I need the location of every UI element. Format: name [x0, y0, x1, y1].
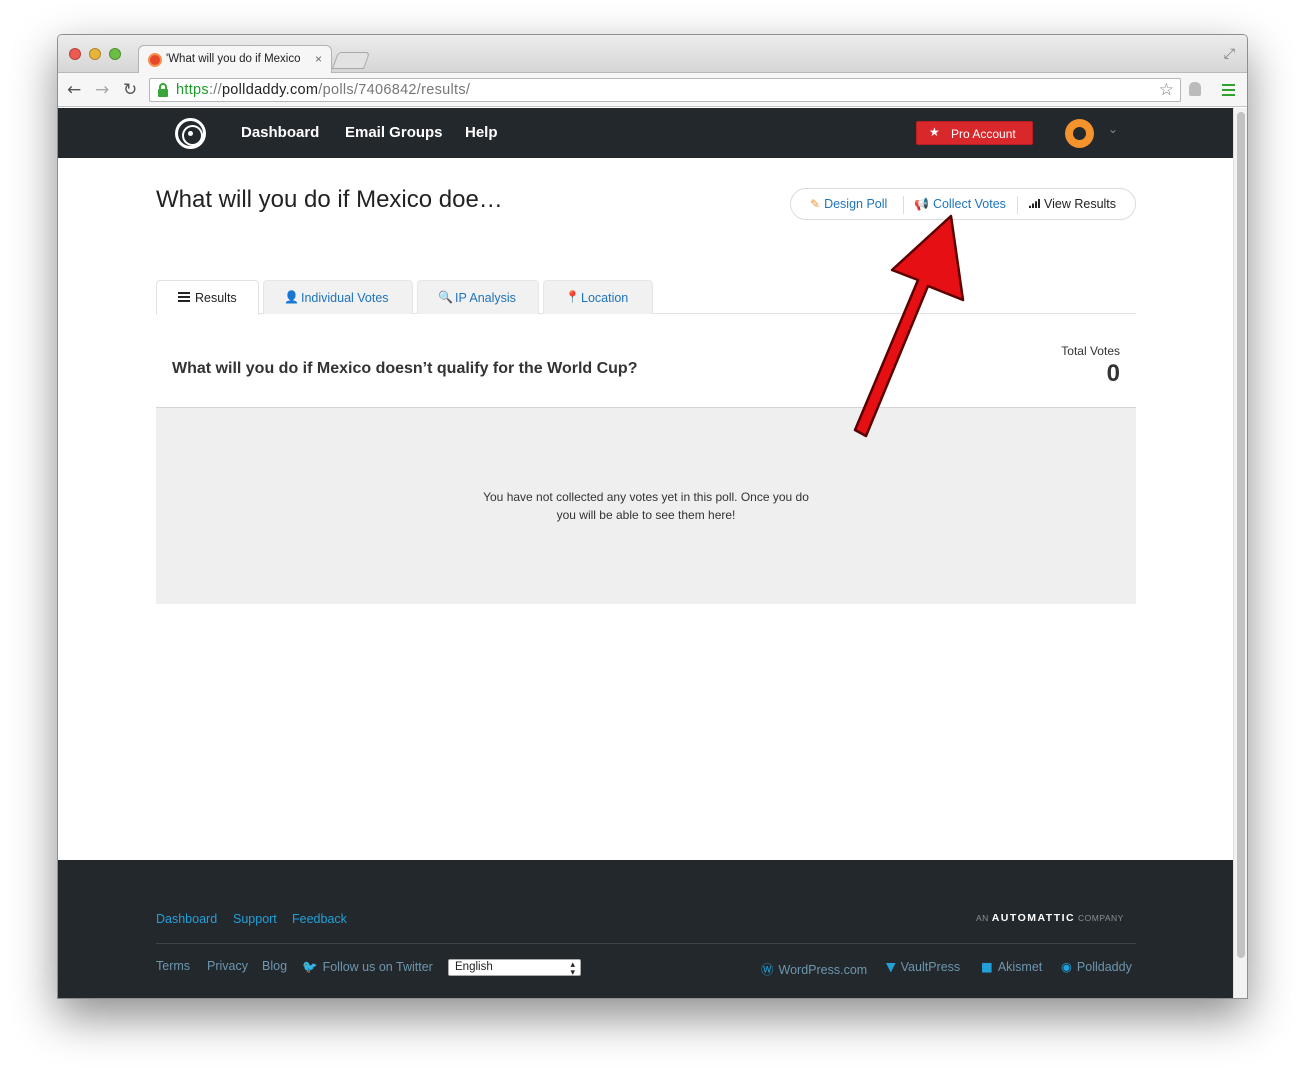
vaultpress-label: VaultPress	[900, 960, 961, 974]
empty-results-panel: You have not collected any votes yet in …	[156, 408, 1136, 604]
footer-link-twitter[interactable]: 🐦 Follow us on Twitter	[302, 959, 433, 975]
language-select[interactable]: English ▴ ▾	[448, 959, 581, 977]
tab-individual-votes-label: Individual Votes	[301, 291, 389, 305]
footer-link-feedback[interactable]: Feedback	[292, 912, 347, 926]
poll-action-bar: ✎ Design Poll 📢 Collect Votes View Results	[790, 188, 1136, 220]
pro-account-button[interactable]: ★ Pro Account	[916, 121, 1033, 145]
wordpress-label: WordPress.com	[778, 963, 868, 977]
browser-tab-title: 'What will you do if Mexico	[166, 53, 301, 65]
nav-help[interactable]: Help	[465, 124, 498, 141]
bar-chart-icon	[1029, 199, 1040, 208]
footer-link-vaultpress[interactable]: ▼ VaultPress	[886, 959, 960, 974]
select-arrows-icon: ▴ ▾	[570, 959, 575, 977]
megaphone-icon: 📢	[914, 197, 929, 211]
footer-link-blog[interactable]: Blog	[262, 959, 287, 973]
polldaddy-label: Polldaddy	[1076, 960, 1132, 974]
total-votes-label: Total Votes	[1061, 344, 1120, 358]
tab-ip-analysis[interactable]: 🔍 IP Analysis	[417, 280, 539, 314]
footer-link-dashboard[interactable]: Dashboard	[156, 912, 217, 926]
reload-icon[interactable]: ↻	[123, 80, 137, 100]
forward-arrow-icon[interactable]: →	[95, 80, 109, 100]
page-viewport: Dashboard Email Groups Help ★ Pro Accoun…	[58, 108, 1234, 998]
footer-divider	[156, 943, 1136, 944]
total-votes-count: 0	[1106, 360, 1120, 387]
site-header: Dashboard Email Groups Help ★ Pro Accoun…	[58, 108, 1234, 158]
tab-results-label: Results	[195, 291, 237, 305]
bookmark-star-icon[interactable]: ☆	[1159, 80, 1174, 100]
map-pin-icon: 📍	[565, 290, 580, 304]
footer-link-support[interactable]: Support	[233, 912, 277, 926]
secure-lock-icon	[158, 83, 168, 97]
tab-close-icon[interactable]: ×	[315, 52, 322, 66]
view-results-button[interactable]: View Results	[1029, 197, 1116, 211]
scrollbar-thumb[interactable]	[1237, 112, 1245, 958]
window-minimize-button[interactable]	[89, 48, 101, 60]
search-icon: 🔍	[438, 290, 453, 304]
pro-account-label: Pro Account	[951, 127, 1016, 141]
new-tab-button[interactable]	[331, 52, 371, 69]
tab-location-label: Location	[581, 291, 629, 305]
window-zoom-button[interactable]	[109, 48, 121, 60]
person-icon: 👤	[284, 290, 299, 304]
user-avatar[interactable]	[1065, 119, 1094, 148]
extension-icon[interactable]	[1189, 82, 1201, 96]
footer-link-wordpress[interactable]: Ⓦ WordPress.com	[761, 959, 867, 978]
tab-location[interactable]: 📍 Location	[543, 280, 653, 314]
collect-votes-label: Collect Votes	[932, 197, 1006, 211]
window-close-button[interactable]	[69, 48, 81, 60]
address-url: https://polldaddy.com/polls/7406842/resu…	[176, 82, 471, 98]
results-tabs: Results 👤 Individual Votes 🔍 IP Analysis…	[156, 280, 1136, 315]
nav-dashboard[interactable]: Dashboard	[241, 124, 319, 141]
vaultpress-shield-icon: ▼	[886, 959, 896, 974]
polldaddy-icon: ◉	[1061, 959, 1072, 974]
page-title: What will you do if Mexico doe…	[156, 186, 503, 213]
pencil-icon: ✎	[810, 197, 821, 211]
account-menu-chevron-icon[interactable]: ⌄	[1108, 122, 1118, 136]
browser-titlebar: 'What will you do if Mexico × ⤢	[58, 35, 1247, 73]
screenshot-stage: 'What will you do if Mexico × ⤢ ← → ↻ ht…	[0, 0, 1305, 1078]
empty-results-message: You have not collected any votes yet in …	[483, 490, 809, 522]
footer-link-akismet[interactable]: ■ Akismet	[981, 959, 1042, 974]
twitter-bird-icon: 🐦	[302, 959, 318, 974]
nav-email-groups[interactable]: Email Groups	[345, 124, 443, 141]
address-bar[interactable]: https://polldaddy.com/polls/7406842/resu…	[149, 78, 1181, 102]
design-poll-label: Design Poll	[824, 197, 888, 211]
browser-tab[interactable]: 'What will you do if Mexico ×	[138, 45, 332, 73]
footer-link-terms[interactable]: Terms	[156, 959, 190, 973]
page-scrollbar[interactable]	[1233, 108, 1247, 998]
site-footer: Dashboard Support Feedback AN AUTOMATTIC…	[58, 860, 1234, 998]
list-icon	[178, 292, 190, 302]
star-icon: ★	[929, 125, 940, 139]
back-arrow-icon[interactable]: ←	[67, 80, 81, 100]
action-divider	[1017, 196, 1018, 214]
akismet-label: Akismet	[997, 960, 1043, 974]
action-divider	[903, 196, 904, 214]
wordpress-icon: Ⓦ	[761, 962, 774, 977]
footer-link-polldaddy[interactable]: ◉ Polldaddy	[1061, 959, 1132, 974]
browser-window: 'What will you do if Mexico × ⤢ ← → ↻ ht…	[57, 34, 1248, 999]
akismet-icon: ■	[981, 959, 993, 974]
tab-ip-analysis-label: IP Analysis	[455, 291, 516, 305]
tab-individual-votes[interactable]: 👤 Individual Votes	[263, 280, 413, 314]
browser-toolbar: ← → ↻ https://polldaddy.com/polls/740684…	[58, 73, 1247, 107]
tab-results[interactable]: Results	[156, 280, 259, 315]
fullscreen-icon[interactable]: ⤢	[1224, 45, 1235, 62]
view-results-label: View Results	[1044, 197, 1117, 211]
browser-menu-icon[interactable]	[1222, 84, 1235, 96]
collect-votes-button[interactable]: 📢 Collect Votes	[914, 197, 1006, 211]
language-select-value: English	[455, 961, 493, 973]
footer-link-privacy[interactable]: Privacy	[207, 959, 248, 973]
twitter-label: Follow us on Twitter	[322, 960, 433, 974]
polldaddy-favicon-icon	[148, 53, 162, 67]
design-poll-button[interactable]: ✎ Design Poll	[810, 197, 887, 211]
automattic-company-logo[interactable]: AN AUTOMATTIC COMPANY	[976, 912, 1124, 924]
polldaddy-logo-icon[interactable]	[175, 118, 206, 149]
poll-question: What will you do if Mexico doesn’t quali…	[172, 360, 638, 377]
